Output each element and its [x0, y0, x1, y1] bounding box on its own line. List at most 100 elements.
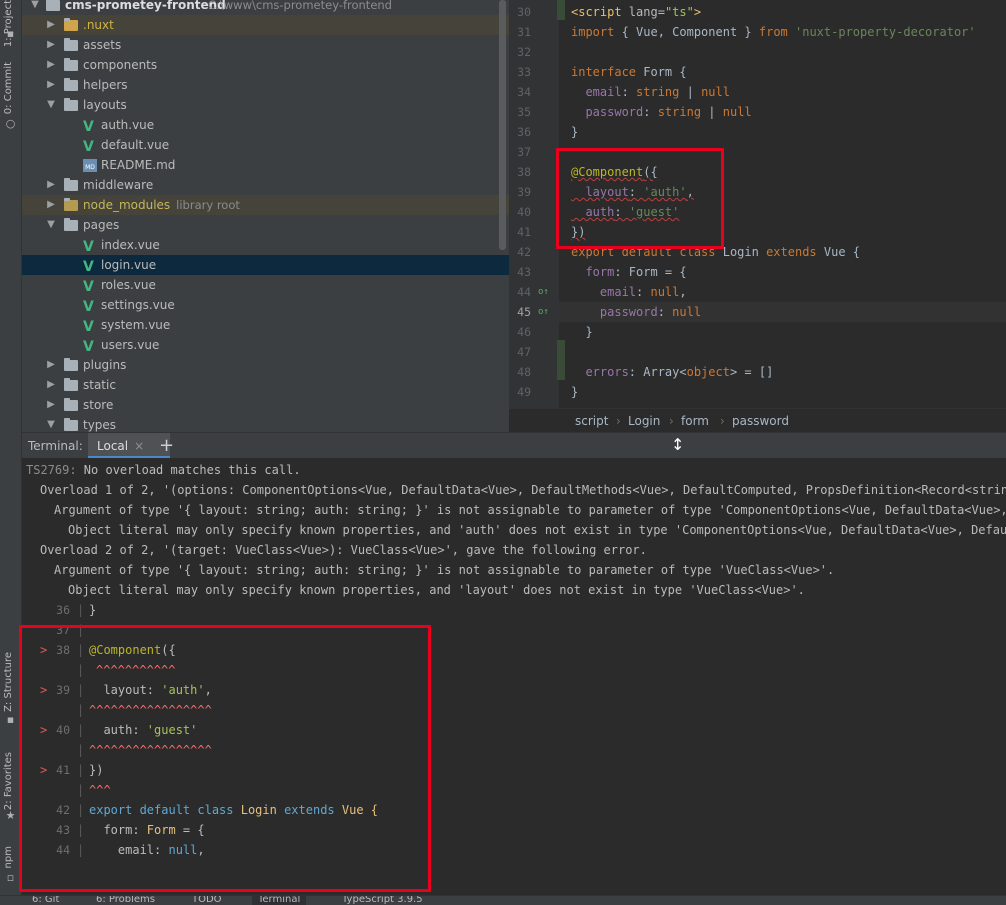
tree-item-roles-vue[interactable]: V roles.vue	[22, 275, 509, 295]
code-line-30: <script lang="ts">	[571, 5, 702, 19]
tree-item-label: pages	[83, 218, 120, 232]
tree-root[interactable]: ▼ cms-prometey-frontend C:\www\cms-prome…	[22, 0, 509, 15]
folder-icon	[64, 198, 78, 211]
tree-item-label: middleware	[83, 178, 154, 192]
vue-file-icon: V	[83, 339, 94, 355]
breadcrumb-separator: ›	[669, 414, 674, 428]
tree-item-label: store	[83, 398, 114, 412]
code-line-36: }	[571, 125, 579, 139]
tree-item-label: helpers	[83, 78, 128, 92]
chevron-right-icon[interactable]: ▶	[46, 35, 56, 55]
chevron-right-icon[interactable]: ▶	[46, 355, 56, 375]
tree-item-system-vue[interactable]: V system.vue	[22, 315, 509, 335]
typescript-tool-tab[interactable]: TypeScript 3.9.5	[342, 896, 423, 905]
terminal-title: Terminal:	[28, 439, 83, 453]
folder-icon	[64, 358, 78, 371]
structure-icon: ▪	[6, 713, 15, 726]
line-number: 38	[517, 165, 531, 179]
chevron-right-icon[interactable]: ▶	[46, 175, 56, 195]
vue-file-icon: V	[83, 119, 94, 135]
close-icon[interactable]: ×	[134, 439, 144, 453]
highlight-box-terminal	[19, 625, 431, 892]
line-number: 32	[517, 45, 531, 59]
chevron-down-icon[interactable]: ▼	[46, 215, 56, 235]
structure-tool-tab[interactable]: Z: Structure	[3, 652, 14, 712]
chevron-right-icon[interactable]: ▶	[46, 75, 56, 95]
override-icon[interactable]: o↑	[538, 302, 549, 322]
line-number: 48	[517, 365, 531, 379]
chevron-right-icon[interactable]: ▶	[46, 55, 56, 75]
line-number: 40	[517, 205, 531, 219]
breadcrumb-item-script[interactable]: script	[575, 409, 608, 433]
snippet-line-number: 36	[56, 603, 70, 617]
terminal-header: Terminal: Local × +	[22, 432, 1006, 459]
chevron-right-icon[interactable]: ▶	[46, 395, 56, 415]
tree-item-pages[interactable]: ▼ pages	[22, 215, 509, 235]
tree-item-users-vue[interactable]: V users.vue	[22, 335, 509, 355]
tree-item-login-vue[interactable]: V login.vue	[22, 255, 509, 275]
root-path: C:\www\cms-prometey-frontend	[208, 0, 392, 12]
chevron-down-icon[interactable]: ▼	[46, 95, 56, 115]
project-scrollbar[interactable]	[499, 0, 506, 250]
terminal-line: Argument of type '{ layout: string; auth…	[54, 563, 835, 577]
tree-item-nuxt[interactable]: ▶ .nuxt	[22, 15, 509, 35]
project-tool-tab[interactable]: 1: Project	[3, 0, 14, 47]
tree-item-label: users.vue	[101, 338, 160, 352]
tree-item-store[interactable]: ▶ store	[22, 395, 509, 415]
chevron-right-icon[interactable]: ▶	[46, 195, 56, 215]
tree-item-label: README.md	[101, 158, 176, 172]
breadcrumb: script › Login › form › password	[509, 408, 1006, 432]
favorites-tool-tab[interactable]: 2: Favorites	[3, 752, 14, 810]
vue-file-icon: V	[83, 139, 94, 155]
tree-item-helpers[interactable]: ▶ helpers	[22, 75, 509, 95]
folder-icon	[64, 218, 78, 231]
tree-item-plugins[interactable]: ▶ plugins	[22, 355, 509, 375]
project-tree-panel: ▼ cms-prometey-frontend C:\www\cms-prome…	[22, 0, 509, 432]
code-line-48: errors: Array<object> = []	[571, 365, 774, 379]
code-line-44: email: null,	[571, 285, 687, 299]
breadcrumb-item-login[interactable]: Login	[628, 409, 660, 433]
tree-item-label: static	[83, 378, 116, 392]
folder-icon	[64, 98, 78, 111]
todo-tool-tab[interactable]: TODO	[192, 896, 222, 905]
line-number: 33	[517, 65, 531, 79]
line-number-current: 45	[517, 305, 531, 319]
chevron-right-icon[interactable]: ▶	[46, 375, 56, 395]
tree-item-default-vue[interactable]: V default.vue	[22, 135, 509, 155]
chevron-down-icon[interactable]: ▼	[46, 415, 56, 432]
line-number: 37	[517, 145, 531, 159]
code-line-33: interface Form {	[571, 65, 687, 79]
tree-item-readme-md[interactable]: MD README.md	[22, 155, 509, 175]
chevron-down-icon[interactable]: ▼	[30, 0, 40, 15]
folder-icon	[64, 178, 78, 191]
npm-tool-tab[interactable]: npm	[3, 846, 14, 868]
tree-item-types[interactable]: ▼ types	[22, 415, 509, 432]
git-tool-tab[interactable]: 6: Git	[32, 896, 59, 905]
tree-item-static[interactable]: ▶ static	[22, 375, 509, 395]
tree-item-label: index.vue	[101, 238, 160, 252]
tree-item-node-modules[interactable]: ▶ node_modules library root	[22, 195, 509, 215]
tree-item-index-vue[interactable]: V index.vue	[22, 235, 509, 255]
tree-item-assets[interactable]: ▶ assets	[22, 35, 509, 55]
breadcrumb-item-password[interactable]: password	[732, 409, 789, 433]
tree-item-auth-vue[interactable]: V auth.vue	[22, 115, 509, 135]
tree-item-label: settings.vue	[101, 298, 175, 312]
tree-item-settings-vue[interactable]: V settings.vue	[22, 295, 509, 315]
add-tab-button[interactable]: +	[159, 433, 174, 459]
tree-item-label: .nuxt	[83, 18, 114, 32]
breadcrumb-item-form[interactable]: form	[681, 409, 709, 433]
tree-item-label: layouts	[83, 98, 127, 112]
commit-tool-tab[interactable]: 0: Commit	[3, 62, 14, 114]
terminal-line: Object literal may only specify known pr…	[68, 583, 805, 597]
override-icon[interactable]: o↑	[538, 282, 549, 302]
chevron-right-icon[interactable]: ▶	[46, 15, 56, 35]
tree-item-components[interactable]: ▶ components	[22, 55, 509, 75]
tree-item-middleware[interactable]: ▶ middleware	[22, 175, 509, 195]
tab-local[interactable]: Local ×	[88, 433, 170, 459]
terminal-tool-tab[interactable]: Terminal	[252, 896, 307, 905]
snippet-bar: |	[77, 603, 85, 617]
line-number: 39	[517, 185, 531, 199]
tree-item-layouts[interactable]: ▼ layouts	[22, 95, 509, 115]
folder-icon	[46, 0, 60, 11]
problems-tool-tab[interactable]: 6: Problems	[96, 896, 155, 905]
